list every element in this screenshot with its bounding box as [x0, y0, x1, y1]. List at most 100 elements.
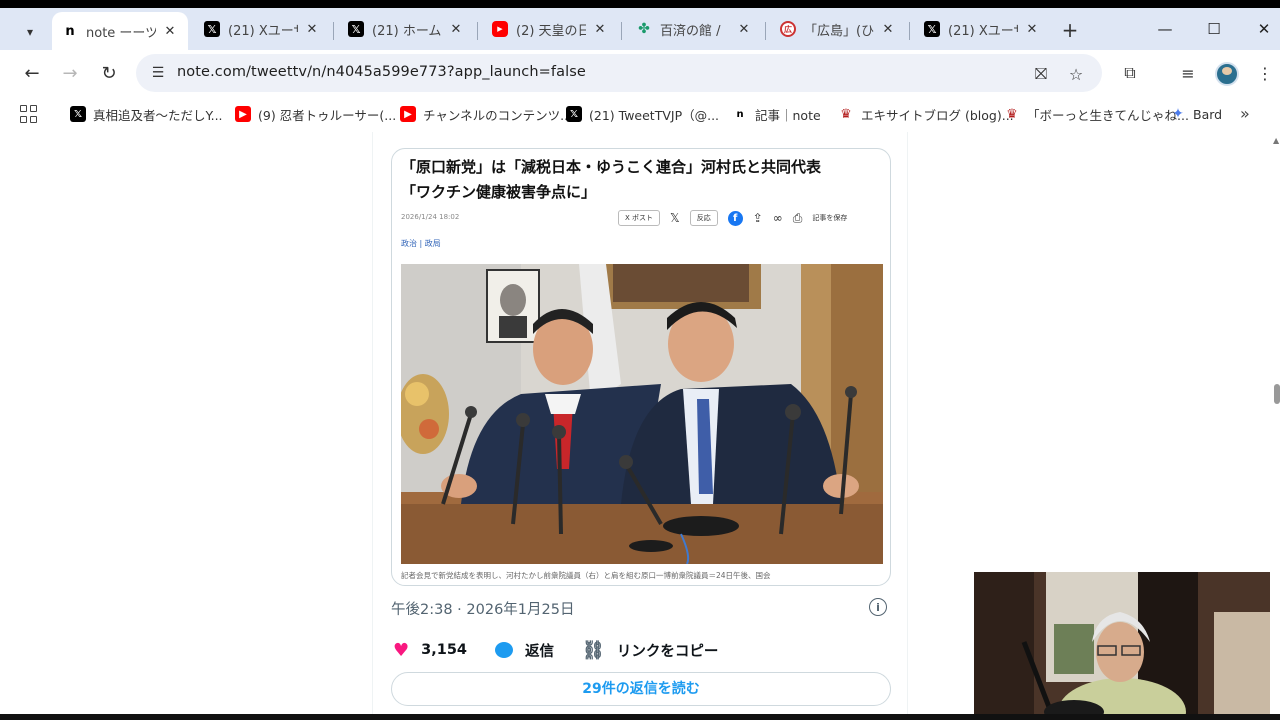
tab-hiroshima[interactable]: 広 「広島」(ひろ ✕: [770, 12, 906, 46]
article-title: 「原口新党」は「減税日本・ゆうこく連合」河村氏と共同代表 「ワクチン健康被害争点…: [401, 155, 881, 205]
bookmarks-bar: 𝕏 真相追及者〜ただしY... ▶ (9) 忍者トゥルーサー(... ▶ チャン…: [0, 96, 1280, 132]
close-tab-icon[interactable]: ✕: [880, 22, 896, 37]
like-button[interactable]: ♥ 3,154: [393, 640, 467, 661]
tab-x-user-2[interactable]: 𝕏 (21) Xユーザー ✕: [914, 12, 1050, 46]
forward-arrow-icon[interactable]: →: [57, 60, 83, 86]
new-tab-plus-icon[interactable]: +: [1058, 18, 1082, 42]
extensions-puzzle-icon[interactable]: ⧉: [1119, 62, 1141, 84]
bottom-edge: [0, 714, 1280, 720]
link-icon: ∞: [772, 211, 783, 225]
bookmark-label: (21) TweetTVJP（@...: [589, 107, 720, 123]
tab-youtube[interactable]: ▶ (2) 天皇の日 ✕: [482, 12, 618, 46]
close-tab-icon[interactable]: ✕: [448, 22, 464, 37]
profile-avatar[interactable]: [1215, 62, 1239, 86]
article-title-line1: 「原口新党」は「減税日本・ゆうこく連合」河村氏と共同代表: [401, 158, 822, 176]
article-title-line2: 「ワクチン健康被害争点に」: [401, 183, 597, 201]
youtube-icon: ▶: [492, 21, 508, 37]
tab-divider: [621, 22, 622, 40]
url-text[interactable]: note.com/tweettv/n/n4045a599e773?app_lau…: [177, 64, 586, 80]
reply-bubble-icon: [495, 642, 514, 658]
reply-button[interactable]: 返信: [495, 640, 554, 661]
close-tab-icon[interactable]: ✕: [304, 22, 320, 37]
youtube-icon: ▶: [400, 106, 416, 122]
excite-crown-icon: ♛: [840, 106, 852, 122]
share-row: X ポスト 𝕏 反応 f ⇪ ∞ ⎙ 記事を保存: [618, 209, 847, 227]
maximize-icon[interactable]: ☐: [1194, 16, 1234, 42]
bookmark-label: (9) 忍者トゥルーサー(...: [258, 107, 397, 123]
scroll-up-arrow-icon[interactable]: ▲: [1273, 136, 1279, 145]
close-tab-icon[interactable]: ✕: [162, 24, 178, 39]
back-arrow-icon[interactable]: ←: [19, 60, 45, 86]
bookmark-item[interactable]: ▶ (9) 忍者トゥルーサー(...: [235, 104, 396, 124]
bookmark-item[interactable]: ♛ エキサイトブログ (blog)...: [838, 104, 1014, 124]
tab-divider: [909, 22, 910, 40]
youtube-icon: ▶: [235, 106, 251, 122]
tab-title: (21) ホーム /: [372, 23, 442, 39]
bard-sparkle-icon: ✦: [1172, 106, 1184, 122]
link-icon: ⛓: [582, 639, 605, 661]
camera-off-icon[interactable]: ⛝: [1030, 63, 1052, 85]
tab-x-home[interactable]: 𝕏 (21) ホーム / ✕: [338, 12, 474, 46]
press-conference-photo: [401, 264, 883, 564]
print-icon: ⎙: [792, 210, 803, 225]
read-replies-button[interactable]: 29件の返信を読む: [391, 672, 891, 706]
bookmark-label: エキサイトブログ (blog)...: [861, 107, 1014, 123]
bookmark-label: Bard: [1193, 106, 1223, 122]
x-logo-icon: 𝕏: [204, 21, 220, 37]
close-tab-icon[interactable]: ✕: [736, 22, 752, 37]
bookmark-star-icon[interactable]: ☆: [1065, 63, 1087, 85]
address-bar[interactable]: ☰ note.com/tweettv/n/n4045a599e773?app_l…: [136, 54, 1102, 92]
x-logo-icon: 𝕏: [566, 106, 582, 122]
close-tab-icon[interactable]: ✕: [592, 22, 608, 37]
copy-link-button[interactable]: ⛓ リンクをコピー: [582, 640, 718, 661]
tab-title: note ーーツ: [86, 25, 156, 41]
tab-divider: [765, 22, 766, 40]
scrollbar-thumb[interactable]: [1274, 384, 1280, 404]
copy-link-label: リンクをコピー: [616, 643, 719, 660]
bookmark-label: チャンネルのコンテンツ...: [423, 107, 573, 123]
reaction-button: 反応: [689, 210, 718, 226]
x-logo-icon: 𝕏: [348, 21, 364, 37]
bookmark-item[interactable]: 𝕏 真相追及者〜ただしY...: [70, 104, 223, 124]
x-logo-icon: 𝕏: [924, 21, 940, 37]
share-icon: ⇪: [752, 211, 763, 225]
more-menu-icon[interactable]: ⋮: [1254, 62, 1276, 84]
hyakusai-icon: ✤: [638, 21, 650, 37]
tab-x-user-1[interactable]: 𝕏 (21) Xユーザー ✕: [194, 12, 330, 46]
embedded-article-image[interactable]: 「原口新党」は「減税日本・ゆうこく連合」河村氏と共同代表 「ワクチン健康被害争点…: [391, 148, 891, 586]
bookmark-item[interactable]: ▶ チャンネルのコンテンツ...: [400, 104, 572, 124]
bookmark-label: 真相追及者〜ただしY...: [93, 107, 223, 123]
bookmark-item[interactable]: 𝕏 (21) TweetTVJP（@...: [566, 104, 719, 124]
bookmark-item[interactable]: ✦ Bard: [1170, 104, 1222, 124]
site-info-tune-icon[interactable]: ☰: [148, 63, 168, 83]
info-icon[interactable]: i: [869, 598, 887, 616]
tab-title: 百済の館 /: [660, 23, 721, 39]
bookmark-item[interactable]: ♛ 「ボーっと生きてんじゃね...: [1004, 104, 1189, 124]
minimize-icon[interactable]: —: [1145, 16, 1185, 42]
tab-note[interactable]: n note ーーツ ✕: [52, 12, 188, 50]
tweet-column: 「原口新党」は「減税日本・ゆうこく連合」河村氏と共同代表 「ワクチン健康被害争点…: [372, 132, 908, 714]
apps-grid-icon[interactable]: [20, 105, 38, 123]
heart-icon: ♥: [393, 639, 410, 661]
close-tab-icon[interactable]: ✕: [1024, 22, 1040, 37]
tab-hyakusai[interactable]: ✤ 百済の館 / ✕: [626, 12, 762, 46]
reading-list-icon[interactable]: ≡: [1177, 62, 1199, 84]
like-count: 3,154: [421, 642, 468, 658]
save-article-label: 記事を保存: [812, 214, 848, 222]
close-window-icon[interactable]: ✕: [1244, 16, 1280, 42]
tab-title: (21) Xユーザー: [948, 23, 1018, 39]
article-date: 2026/1/24 18:02: [401, 213, 460, 221]
x-logo-icon: 𝕏: [670, 211, 680, 225]
tab-search-chevron-icon[interactable]: ▾: [16, 18, 44, 46]
tab-divider: [333, 22, 334, 40]
excite-crown-icon: ♛: [1006, 106, 1018, 122]
tab-divider: [477, 22, 478, 40]
more-bookmarks-chevron-icon[interactable]: »: [1240, 104, 1250, 123]
note-icon: n: [736, 108, 744, 120]
reply-label: 返信: [525, 643, 555, 660]
reload-icon[interactable]: ↻: [96, 60, 122, 86]
note-icon: n: [65, 23, 75, 39]
tweet-timestamp[interactable]: 午後2:38 · 2026年1月25日: [391, 598, 574, 619]
bookmark-item[interactable]: n 記事｜note: [732, 104, 820, 124]
tweet-actions: ♥ 3,154 返信 ⛓ リンクをコピー: [393, 638, 746, 662]
